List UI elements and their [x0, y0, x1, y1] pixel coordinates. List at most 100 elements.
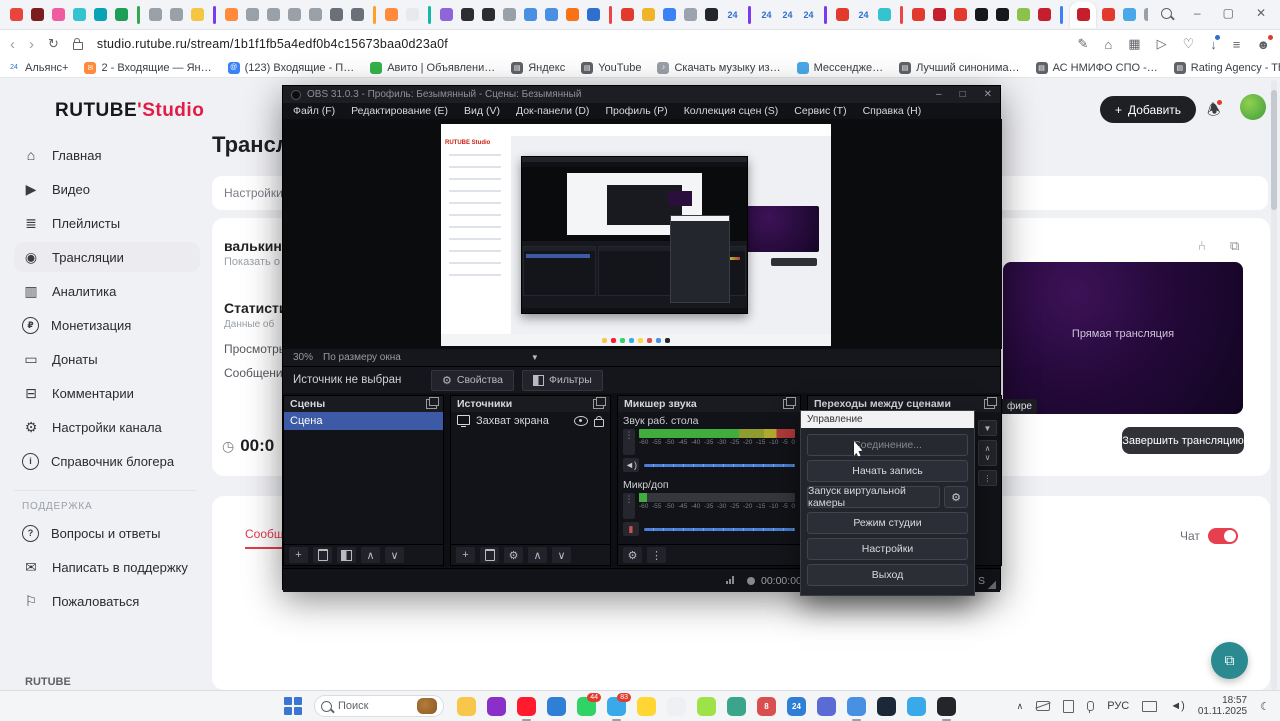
scene-filters-button[interactable]: [337, 547, 356, 563]
browser-tab[interactable]: [286, 3, 303, 27]
open-external-icon[interactable]: ⧉: [1230, 238, 1239, 254]
obs-menu-item[interactable]: Профиль (P): [605, 105, 667, 117]
forward-button[interactable]: ›: [29, 36, 34, 53]
popup-button-выход[interactable]: Выход: [807, 564, 968, 586]
add-source-button[interactable]: +: [456, 547, 475, 563]
browser-tab[interactable]: [92, 3, 109, 27]
browser-tab[interactable]: 24: [800, 3, 817, 27]
downloads-icon[interactable]: ↓: [1210, 34, 1220, 52]
favorites-icon[interactable]: ♡: [1183, 36, 1195, 52]
play-icon[interactable]: ▷: [1157, 36, 1167, 52]
extensions-icon[interactable]: ▦: [1128, 36, 1140, 52]
obs-menu-item[interactable]: Файл (F): [293, 105, 335, 117]
bookmark-item[interactable]: ♪ Скачать музыку из…: [657, 61, 781, 74]
sidebar-item-пожаловаться[interactable]: ⚐ Пожаловаться: [14, 586, 200, 616]
menu-icon[interactable]: ≡: [1233, 37, 1241, 52]
scene-up-button[interactable]: ∧: [361, 547, 380, 563]
add-scene-button[interactable]: +: [289, 547, 308, 563]
avatar[interactable]: [1240, 94, 1266, 120]
tab-group-bar[interactable]: [900, 5, 903, 24]
browser-tab[interactable]: [459, 3, 476, 27]
popup-button-настройки[interactable]: Настройки: [807, 538, 968, 560]
back-button[interactable]: ‹: [10, 36, 15, 53]
sidebar-item-настройки-канала[interactable]: ⚙ Настройки канала: [14, 412, 200, 442]
browser-tab[interactable]: [1142, 3, 1148, 27]
popup-button-запуск-виртуальной-камеры[interactable]: Запуск виртуальной камеры: [807, 485, 940, 509]
page-scrollbar[interactable]: [1271, 80, 1277, 690]
taskbar-app-whatsapp[interactable]: 44: [576, 692, 601, 717]
browser-tab[interactable]: [438, 3, 455, 27]
window-close-button[interactable]: ✕: [1256, 6, 1266, 20]
browser-tab[interactable]: [244, 3, 261, 27]
browser-tab[interactable]: [1121, 3, 1138, 27]
remove-source-button[interactable]: [480, 547, 499, 563]
bookmark-item[interactable]: ▤ Rating Agency - Th…: [1173, 61, 1280, 74]
browser-tab[interactable]: [50, 3, 67, 27]
browser-tab[interactable]: [328, 3, 345, 27]
bookmark-item[interactable]: Мессендже…: [796, 61, 883, 74]
scene-down-button[interactable]: ∨: [385, 547, 404, 563]
browser-tab[interactable]: [113, 3, 130, 27]
taskbar-search[interactable]: Поиск: [314, 695, 444, 717]
browser-tab[interactable]: [8, 3, 25, 27]
obs-menu-item[interactable]: Док-панели (D): [516, 105, 589, 117]
browser-tab[interactable]: [349, 3, 366, 27]
browser-tab[interactable]: [147, 3, 164, 27]
address-bar[interactable]: studio.rutube.ru/stream/1b1f1fb5a4edf0b4…: [97, 37, 448, 51]
browser-tab[interactable]: 24: [779, 3, 796, 27]
taskbar-app-app-lime[interactable]: [696, 696, 717, 717]
live-player[interactable]: Прямая трансляция: [1003, 262, 1243, 414]
notifications-bell-icon[interactable]: 🕭: [1207, 100, 1223, 125]
clock[interactable]: 18:57 01.11.2025: [1198, 695, 1247, 717]
tab-search-icon[interactable]: [1160, 7, 1172, 19]
dock-float-icon[interactable]: [783, 397, 796, 409]
dock-float-icon[interactable]: [593, 397, 606, 409]
browser-tab[interactable]: [501, 3, 518, 27]
browser-tab[interactable]: [952, 3, 969, 27]
edit-icon[interactable]: ✎: [1078, 36, 1089, 52]
browser-tab[interactable]: [973, 3, 990, 27]
browser-tab[interactable]: [1036, 3, 1053, 27]
tab-group-bar[interactable]: [748, 5, 751, 24]
taskbar-app-vpn-shield[interactable]: [816, 696, 837, 717]
browser-tab[interactable]: [640, 3, 657, 27]
source-properties-button[interactable]: ⚙: [504, 547, 523, 563]
show-details-link[interactable]: Показать о: [224, 256, 280, 268]
taskbar-app-app-teal[interactable]: [726, 696, 747, 717]
taskbar-app-telegram-web[interactable]: 83: [606, 692, 631, 721]
microphone-icon[interactable]: [1087, 701, 1095, 713]
browser-tab[interactable]: [404, 3, 421, 27]
sidebar-item-монетизация[interactable]: ₽ Монетизация: [14, 310, 200, 340]
sidebar-item-донаты[interactable]: ▭ Донаты: [14, 344, 200, 374]
browser-tab[interactable]: [661, 3, 678, 27]
browser-tab[interactable]: [931, 3, 948, 27]
zoom-mode[interactable]: По размеру окна: [323, 352, 401, 363]
sidebar-item-аналитика[interactable]: ▥ Аналитика: [14, 276, 200, 306]
popup-button-начать-запись[interactable]: Начать запись: [807, 460, 968, 482]
share-icon[interactable]: ⑃: [1198, 238, 1206, 253]
taskbar-app-telegram[interactable]: [906, 696, 927, 717]
volume-slider[interactable]: [644, 463, 795, 467]
tab-group-bar[interactable]: [373, 5, 376, 24]
zoom-dropdown-icon[interactable]: ▼: [531, 353, 539, 362]
obs-preview-canvas[interactable]: RUTUBE Studio: [283, 119, 1002, 349]
profile-icon[interactable]: ☻: [1256, 34, 1273, 52]
sidebar-item-главная[interactable]: ⌂ Главная: [14, 140, 200, 170]
browser-tab[interactable]: [619, 3, 636, 27]
chat-fab-button[interactable]: ⧉: [1211, 642, 1248, 679]
tab-group-bar[interactable]: [824, 5, 827, 24]
tab-group-bar[interactable]: [137, 5, 140, 24]
bookmark-item[interactable]: ▤ Яндекс: [511, 61, 565, 74]
obs-menu-item[interactable]: Вид (V): [464, 105, 500, 117]
end-stream-button[interactable]: Завершить трансляцию: [1122, 427, 1244, 454]
browser-tab[interactable]: [876, 3, 893, 27]
browser-tab[interactable]: [168, 3, 185, 27]
browser-tab[interactable]: [834, 3, 851, 27]
tab-settings[interactable]: Настройки: [224, 186, 283, 200]
taskbar-app-snipping-tool[interactable]: [666, 696, 687, 717]
obs-menu-item[interactable]: Редактирование (E): [351, 105, 448, 117]
obs-menu-item[interactable]: Коллекция сцен (S): [684, 105, 779, 117]
browser-tab[interactable]: [682, 3, 699, 27]
browser-tab[interactable]: [189, 3, 206, 27]
browser-tab[interactable]: 24: [855, 3, 872, 27]
